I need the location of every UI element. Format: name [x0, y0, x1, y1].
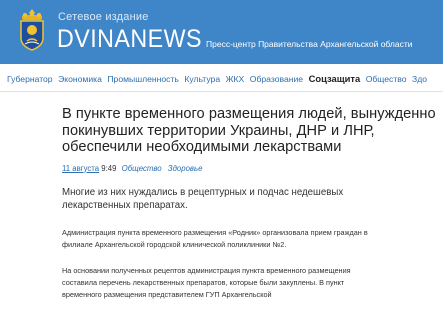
article-paragraph: Администрация пункта временного размещен…	[62, 227, 368, 249]
article-paragraph: На основании полученных рецептов админис…	[62, 265, 351, 299]
coat-of-arms-icon[interactable]	[14, 8, 50, 52]
tag-health[interactable]: Здоровье	[168, 164, 203, 173]
nav-list: Губернатор Экономика Промышленность Культур…	[7, 73, 433, 84]
nav-item-2[interactable]: Промышленность	[107, 74, 179, 84]
tag-society[interactable]: Общество	[122, 164, 162, 173]
nav-item-1[interactable]: Экономика	[58, 74, 102, 84]
site-header: Сетевое издание DVINANEWS Пресс-центр Пр…	[0, 0, 443, 64]
nav-item-0[interactable]: Губернатор	[7, 74, 53, 84]
nav-item-5[interactable]: Образование	[250, 74, 303, 84]
nav-item-4[interactable]: ЖКХ	[226, 74, 245, 84]
article: В пункте временного размещения людей, вы…	[62, 106, 437, 301]
nav-item-7[interactable]: Общество	[366, 74, 407, 84]
site-title[interactable]: DVINANEWS	[57, 25, 202, 54]
article-date[interactable]: 11 августа	[62, 164, 99, 173]
category-nav: Губернатор Экономика Промышленность Культур…	[0, 64, 443, 92]
article-meta: 11 августа 9:49 Общество Здоровье	[62, 164, 437, 174]
article-time: 9:49	[101, 163, 117, 173]
nav-item-3[interactable]: Культура	[184, 74, 220, 84]
nav-item-8[interactable]: Здо	[412, 74, 427, 84]
article-lead: Многие из них нуждались в рецептурных и …	[62, 186, 344, 212]
press-center-link[interactable]: Пресс-центр Правительства Архангельской …	[206, 39, 413, 49]
nav-item-6[interactable]: Соцзащита	[309, 73, 361, 84]
site-subtitle: Сетевое издание	[58, 11, 149, 23]
article-title: В пункте временного размещения людей, вы…	[62, 106, 436, 155]
